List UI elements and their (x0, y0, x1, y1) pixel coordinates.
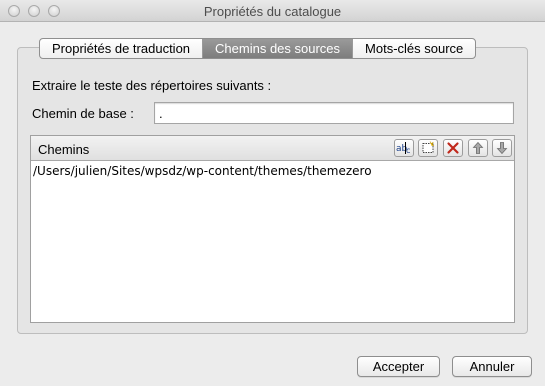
paths-header-label: Chemins (38, 142, 90, 157)
edit-path-button[interactable]: ab c (394, 139, 414, 157)
paths-list[interactable]: /Users/julien/Sites/wpsdz/wp-content/the… (31, 162, 514, 180)
base-path-input[interactable] (154, 102, 514, 124)
intro-text: Extraire le teste des répertoires suivan… (32, 78, 272, 93)
delete-path-button[interactable] (443, 139, 463, 157)
move-up-button[interactable] (468, 139, 488, 157)
tab-source-paths[interactable]: Chemins des sources (203, 39, 354, 58)
tab-source-keywords[interactable]: Mots-clés source (353, 39, 475, 58)
delete-icon (447, 142, 459, 154)
path-list-item[interactable]: /Users/julien/Sites/wpsdz/wp-content/the… (31, 162, 514, 180)
arrow-up-icon (472, 141, 484, 154)
tab-translation-properties[interactable]: Propriétés de traduction (40, 39, 204, 58)
title-bar: Propriétés du catalogue (0, 0, 545, 22)
new-item-icon (422, 141, 435, 153)
accept-button[interactable]: Accepter (357, 356, 440, 377)
edit-text-icon: ab c (396, 142, 410, 155)
paths-list-header: Chemins ab c (31, 136, 514, 161)
move-down-button[interactable] (492, 139, 512, 157)
cancel-button[interactable]: Annuler (452, 356, 532, 377)
svg-text:c: c (406, 146, 410, 155)
arrow-down-icon (496, 142, 508, 155)
window-title: Propriétés du catalogue (203, 4, 342, 19)
new-path-button[interactable] (418, 139, 438, 157)
paths-list-panel: Chemins ab c /Users/julien/Sites/wpsdz/w… (30, 135, 515, 323)
catalog-properties-window: Propriétés du catalogue Propriétés de tr… (0, 0, 545, 386)
base-path-label: Chemin de base : (32, 106, 134, 121)
tab-bar: Propriétés de traduction Chemins des sou… (39, 38, 477, 59)
